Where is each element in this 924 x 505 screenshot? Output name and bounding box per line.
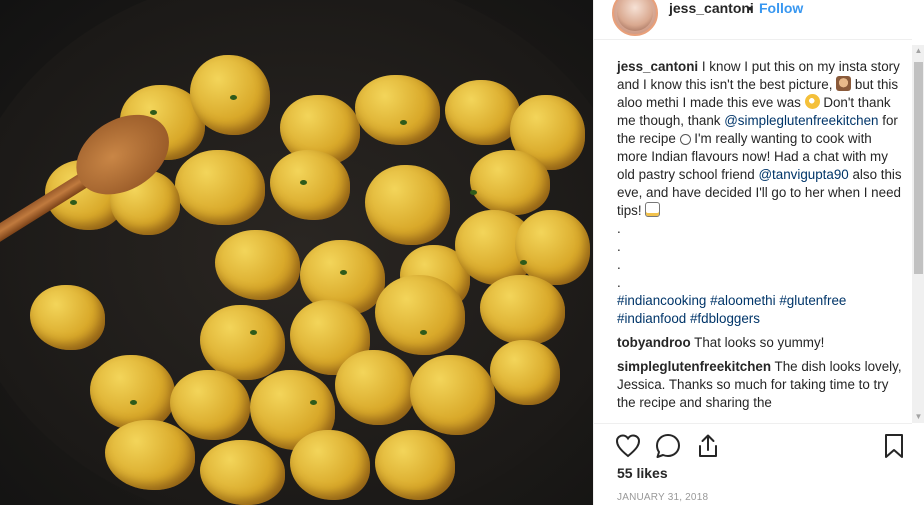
comment: tobyandroo That looks so yummy! — [617, 334, 904, 352]
bookmark-icon[interactable] — [880, 432, 908, 460]
comment-text: That looks so yummy! — [694, 335, 825, 350]
post-photo[interactable] — [0, 0, 593, 505]
caption-username[interactable]: jess_cantoni — [617, 59, 698, 74]
hashtag-link[interactable]: #aloomethi — [710, 293, 776, 308]
share-icon[interactable] — [694, 432, 722, 460]
hashtag-link[interactable]: #fdbloggers — [690, 311, 760, 326]
comment: simpleglutenfreekitchen The dish looks l… — [617, 358, 904, 412]
hashtag-link[interactable]: #glutenfree — [779, 293, 846, 308]
scroll-down-arrow-icon[interactable]: ▼ — [912, 411, 924, 423]
see-no-evil-monkey-emoji — [836, 76, 852, 91]
follow-button[interactable]: Follow — [759, 0, 803, 16]
caption-dot: . — [617, 239, 621, 254]
likes-count[interactable]: 55 likes — [617, 465, 668, 481]
comment-icon[interactable] — [654, 432, 682, 460]
mention-link[interactable]: @simpleglutenfreekitchen — [724, 113, 878, 128]
heart-icon[interactable] — [614, 432, 642, 460]
caption-dot: . — [617, 257, 621, 272]
post-sidebar: jess_cantoni • Follow jess_cantoni I kno… — [593, 0, 924, 505]
post-date[interactable]: JANUARY 31, 2018 — [617, 492, 708, 503]
avatar[interactable] — [612, 0, 658, 36]
mention-link[interactable]: @tanvigupta90 — [758, 167, 848, 182]
caption-dot: . — [617, 221, 621, 236]
scrollbar[interactable]: ▲ ▼ — [912, 45, 924, 423]
hashtags: #indiancooking #aloomethi #glutenfree #i… — [617, 292, 904, 328]
comment-username[interactable]: simpleglutenfreekitchen — [617, 359, 771, 374]
memo-emoji — [645, 202, 661, 217]
scrollbar-thumb[interactable] — [914, 62, 923, 274]
comments-scroll-area[interactable]: jess_cantoni I know I put this on my ins… — [594, 58, 912, 428]
hashtag-link[interactable]: #indiancooking — [617, 293, 706, 308]
caption-dot: . — [617, 275, 621, 290]
hashtag-link[interactable]: #indianfood — [617, 311, 686, 326]
caption: jess_cantoni I know I put this on my ins… — [617, 58, 904, 220]
comment-username[interactable]: tobyandroo — [617, 335, 691, 350]
post-header: jess_cantoni • Follow — [594, 0, 912, 40]
action-bar — [594, 423, 912, 468]
smile-emoji — [679, 134, 691, 145]
scroll-up-arrow-icon[interactable]: ▲ — [912, 45, 924, 57]
ok-hand-emoji — [804, 94, 820, 109]
header-username[interactable]: jess_cantoni — [669, 0, 754, 16]
header-separator: • — [748, 0, 753, 16]
